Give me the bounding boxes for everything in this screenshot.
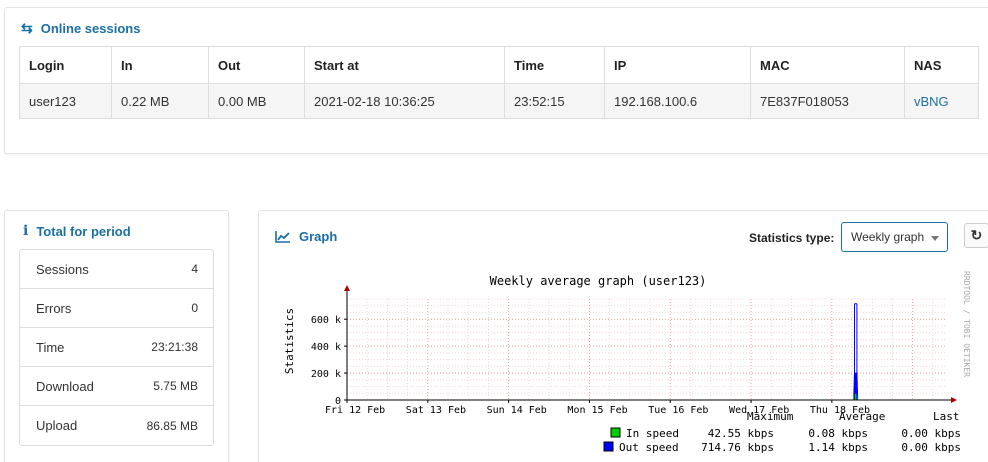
cell-mac: 7E837F018053 (750, 83, 905, 119)
y-axis-arrow (344, 285, 350, 291)
cell-start-at: 2021-02-18 10:36:25 (304, 83, 505, 119)
list-item: Errors 0 (20, 289, 213, 328)
legend-header-average: Average (839, 410, 885, 423)
statistics-type-label: Statistics type: (749, 231, 835, 245)
x-tick-label: Sun 14 Feb (487, 405, 547, 416)
exchange-icon: ⇆ (21, 20, 33, 36)
list-item: Time 23:21:38 (20, 328, 213, 367)
col-ip[interactable]: IP (604, 46, 751, 84)
graph-title: Graph (275, 229, 337, 244)
col-out[interactable]: Out (208, 46, 305, 84)
y-tick-label: 400 k (311, 342, 341, 353)
graph-title-text: Graph (299, 229, 338, 244)
cell-in: 0.22 MB (111, 83, 209, 119)
online-sessions-title: ⇆ Online sessions (21, 20, 140, 37)
cell-nas: vBNG (904, 83, 979, 119)
x-tick-label: Fri 12 Feb (325, 405, 385, 416)
totals-list: Sessions 4 Errors 0 Time 23:21:38 Downlo… (19, 249, 214, 446)
x-tick-label: Mon 15 Feb (567, 405, 627, 416)
statistics-type-value: Weekly graph (851, 230, 925, 244)
legend-max-value: 42.55 kbps (708, 427, 774, 440)
chart-title: Weekly average graph (user123) (490, 274, 707, 288)
y-tick-label: 200 k (311, 369, 341, 380)
rrdtool-watermark: RRDTOOL / TOBI OETIKER (962, 271, 971, 377)
col-time[interactable]: Time (504, 46, 605, 84)
online-sessions-panel: ⇆ Online sessions Login In Out Start at … (4, 7, 988, 154)
legend-header-maximum: Maximum (747, 410, 794, 423)
legend-swatch-in-speed (610, 427, 621, 438)
legend-series-name: In speed (626, 427, 679, 440)
totals-value: 23:21:38 (151, 340, 198, 354)
cell-ip: 192.168.100.6 (604, 83, 751, 119)
sessions-table: Login In Out Start at Time IP MAC NAS us… (19, 46, 979, 119)
totals-label: Errors (36, 300, 72, 316)
info-icon: i (23, 223, 29, 239)
list-item: Download 5.75 MB (20, 367, 213, 406)
totals-value: 0 (191, 301, 198, 315)
col-login[interactable]: Login (19, 46, 112, 84)
total-for-period-title: i Total for period (23, 223, 131, 239)
totals-value: 4 (191, 262, 198, 276)
totals-value: 5.75 MB (153, 379, 198, 393)
nas-link[interactable]: vBNG (914, 94, 949, 109)
total-for-period-panel: i Total for period Sessions 4 Errors 0 T… (4, 210, 229, 462)
statistics-type-select[interactable]: Weekly graph (841, 222, 948, 252)
legend-series-name: Out speed (619, 441, 679, 454)
totals-label: Upload (36, 418, 78, 433)
col-nas[interactable]: NAS (904, 46, 979, 84)
legend-last-value: 0.00 kbps (901, 441, 961, 454)
x-tick-label: Tue 16 Feb (648, 405, 708, 416)
cell-out: 0.00 MB (208, 83, 305, 119)
col-in[interactable]: In (111, 46, 209, 84)
total-for-period-title-text: Total for period (36, 223, 131, 239)
totals-label: Sessions (36, 261, 89, 277)
totals-label: Time (36, 339, 65, 355)
graph-panel: Graph Statistics type: Weekly graph ↻ 02… (258, 210, 988, 462)
x-axis-arrow (951, 397, 957, 403)
chart-series (853, 303, 859, 401)
refresh-button[interactable]: ↻ (964, 223, 988, 248)
legend-max-value: 714.76 kbps (701, 441, 774, 454)
list-item: Upload 86.85 MB (20, 406, 213, 445)
y-tick-label: 600 k (311, 315, 341, 326)
totals-label: Download (36, 378, 94, 394)
table-row: user123 0.22 MB 0.00 MB 2021-02-18 10:36… (19, 83, 979, 119)
legend-avg-value: 1.14 kbps (808, 441, 868, 454)
cell-login: user123 (19, 83, 112, 119)
list-item: Sessions 4 (20, 250, 213, 289)
chevron-down-icon (931, 236, 939, 241)
totals-value: 86.85 MB (146, 418, 198, 433)
x-tick-label: Sat 13 Feb (406, 405, 466, 416)
legend-swatch-out-speed (603, 441, 614, 452)
chart-y-axis-label: Statistics (283, 308, 296, 374)
legend-avg-value: 0.08 kbps (808, 427, 868, 440)
cell-time: 23:52:15 (504, 83, 605, 119)
legend-last-value: 0.00 kbps (901, 427, 961, 440)
chart-legend: Maximum Average Last In speed 42.55 kbps… (603, 410, 961, 454)
refresh-icon: ↻ (970, 227, 983, 243)
line-chart-icon (275, 231, 290, 243)
col-mac[interactable]: MAC (750, 46, 905, 84)
sessions-header-row: Login In Out Start at Time IP MAC NAS (19, 46, 979, 84)
rrd-graph: 0200 k400 k600 kFri 12 Feb Sat 13 Feb Sun … (283, 271, 971, 454)
col-start-at[interactable]: Start at (304, 46, 505, 84)
online-sessions-title-text: Online sessions (40, 21, 141, 36)
legend-header-last: Last (933, 410, 960, 423)
